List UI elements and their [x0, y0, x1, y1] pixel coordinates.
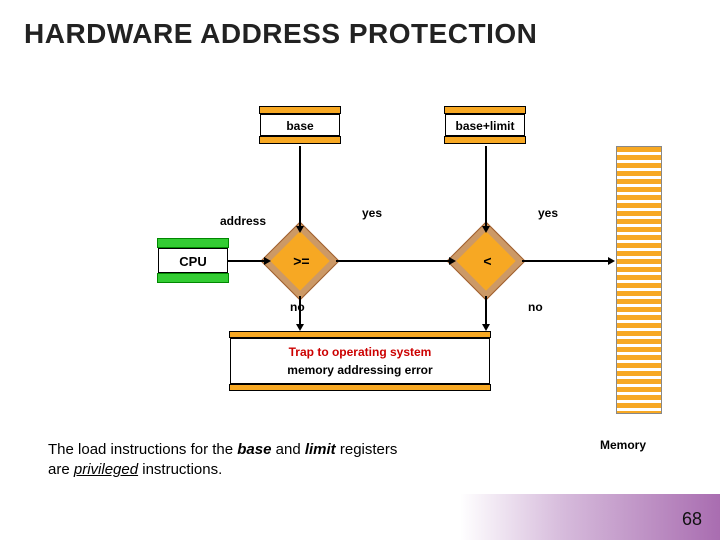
- caption-text: The load instructions for the base and l…: [48, 440, 408, 481]
- yes-edge-2-label: yes: [538, 206, 558, 220]
- arrow-base-to-ge: [299, 146, 301, 226]
- arrowhead-ge-yes-to-lt: [449, 257, 456, 265]
- arrow-ge-no-to-trap: [299, 296, 301, 324]
- diagram-area: base base+limit CPU >= < address yes yes…: [0, 80, 720, 440]
- compare-lt-label: <: [459, 253, 515, 269]
- page-number: 68: [682, 509, 702, 530]
- compare-lt-decision: <: [446, 221, 525, 300]
- arrow-ge-yes-to-lt: [336, 260, 449, 262]
- arrowhead-cpu-to-ge: [264, 257, 271, 265]
- arrowhead-ge-no-to-trap: [296, 324, 304, 331]
- trap-error-box: Trap to operating system memory addressi…: [230, 338, 490, 384]
- base-plus-limit-register-box: base+limit: [445, 114, 525, 136]
- yes-edge-1-label: yes: [362, 206, 382, 220]
- arrow-cpu-to-ge: [228, 260, 264, 262]
- cpu-box: CPU: [158, 248, 228, 273]
- arrowhead-bl-to-lt: [482, 226, 490, 233]
- compare-ge-decision: >=: [260, 221, 339, 300]
- address-edge-label: address: [220, 214, 266, 228]
- arrow-bl-to-lt: [485, 146, 487, 226]
- no-edge-2-label: no: [528, 300, 543, 314]
- compare-ge-label: >=: [273, 253, 329, 269]
- arrowhead-lt-yes-to-memory: [608, 257, 615, 265]
- arrowhead-lt-no-down: [482, 324, 490, 331]
- base-register-box: base: [260, 114, 340, 136]
- trap-line2: memory addressing error: [231, 363, 489, 377]
- arrow-lt-yes-to-memory: [522, 260, 608, 262]
- no-edge-1-label: no: [290, 300, 305, 314]
- slide-title: HARDWARE ADDRESS PROTECTION: [0, 0, 720, 50]
- memory-label: Memory: [600, 438, 646, 452]
- arrowhead-base-to-ge: [296, 226, 304, 233]
- arrow-lt-no-down: [485, 296, 487, 324]
- trap-line1: Trap to operating system: [289, 345, 432, 359]
- memory-box: [616, 146, 662, 414]
